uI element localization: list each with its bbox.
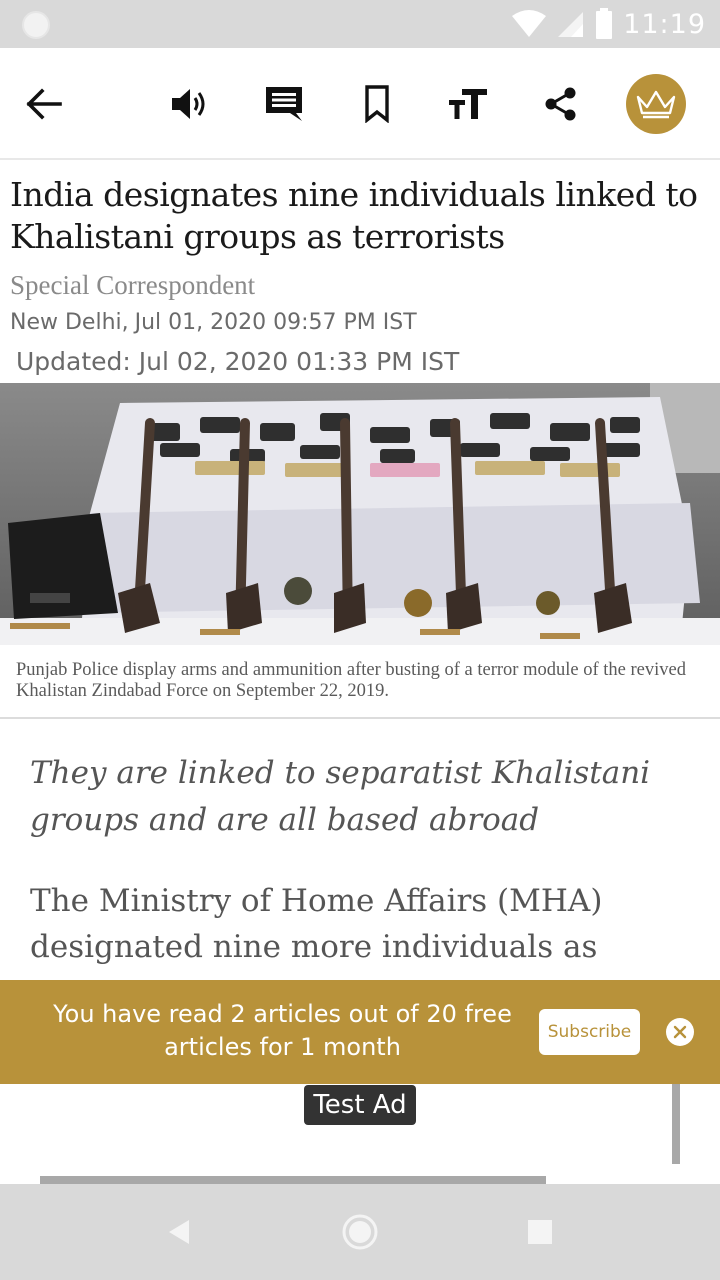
test-ad-label[interactable]: Test Ad bbox=[304, 1085, 416, 1125]
home-circle-icon bbox=[342, 1214, 378, 1250]
ad-scrollbar-vertical[interactable] bbox=[672, 1084, 680, 1164]
article-toolbar bbox=[0, 48, 720, 160]
system-nav-bar bbox=[0, 1184, 720, 1280]
paywall-message: You have read 2 articles out of 20 free … bbox=[53, 1000, 512, 1061]
article-byline[interactable]: Special Correspondent bbox=[10, 270, 255, 301]
article-location: New Delhi, bbox=[10, 310, 129, 335]
nav-recents-button[interactable] bbox=[516, 1208, 564, 1256]
signal-icon bbox=[558, 12, 584, 37]
article-dateline: New Delhi, Jul 01, 2020 09:57 PM IST bbox=[10, 310, 417, 335]
article-updated-date: Updated: Jul 02, 2020 01:33 PM IST bbox=[16, 347, 460, 376]
paywall-banner: You have read 2 articles out of 20 free … bbox=[0, 980, 720, 1084]
article-standfirst: They are linked to separatist Khalistani… bbox=[30, 755, 651, 838]
photo-illustration bbox=[0, 383, 720, 645]
speaker-icon bbox=[172, 89, 205, 119]
article-photo[interactable] bbox=[0, 383, 720, 645]
wifi-icon bbox=[512, 10, 547, 37]
comments-button[interactable] bbox=[258, 78, 310, 130]
text-size-icon bbox=[449, 89, 487, 119]
battery-icon bbox=[596, 8, 613, 39]
article-headline: India designates nine individuals linked… bbox=[10, 175, 698, 256]
recents-square-icon bbox=[528, 1220, 552, 1244]
bookmark-button[interactable] bbox=[351, 78, 403, 130]
back-arrow-icon bbox=[26, 88, 62, 120]
notification-dot-icon bbox=[22, 11, 50, 39]
subscribe-button[interactable]: Subscribe bbox=[539, 1009, 640, 1055]
back-button[interactable] bbox=[18, 78, 70, 130]
close-icon bbox=[673, 1025, 687, 1039]
photo-caption: Punjab Police display arms and ammunitio… bbox=[16, 660, 686, 701]
back-triangle-icon bbox=[169, 1220, 189, 1244]
share-icon bbox=[545, 87, 576, 121]
status-right-group: 11:19 bbox=[511, 0, 706, 48]
bookmark-icon bbox=[365, 85, 389, 123]
comment-icon bbox=[266, 87, 302, 121]
listen-button[interactable] bbox=[164, 78, 216, 130]
text-size-button[interactable] bbox=[442, 78, 494, 130]
status-bar: 11:19 bbox=[0, 0, 720, 48]
article-body-paragraph: The Ministry of Home Affairs (MHA) desig… bbox=[30, 883, 603, 965]
share-button[interactable] bbox=[534, 78, 586, 130]
content-divider bbox=[0, 717, 720, 719]
nav-home-button[interactable] bbox=[336, 1208, 384, 1256]
crown-icon bbox=[636, 90, 676, 119]
premium-button[interactable] bbox=[626, 74, 686, 134]
ad-scrollbar-horizontal[interactable] bbox=[40, 1176, 546, 1184]
nav-back-button[interactable] bbox=[156, 1208, 204, 1256]
banner-close-button[interactable] bbox=[666, 1018, 694, 1046]
article-published-date: Jul 01, 2020 09:57 PM IST bbox=[134, 310, 417, 335]
status-time: 11:19 bbox=[623, 8, 706, 40]
